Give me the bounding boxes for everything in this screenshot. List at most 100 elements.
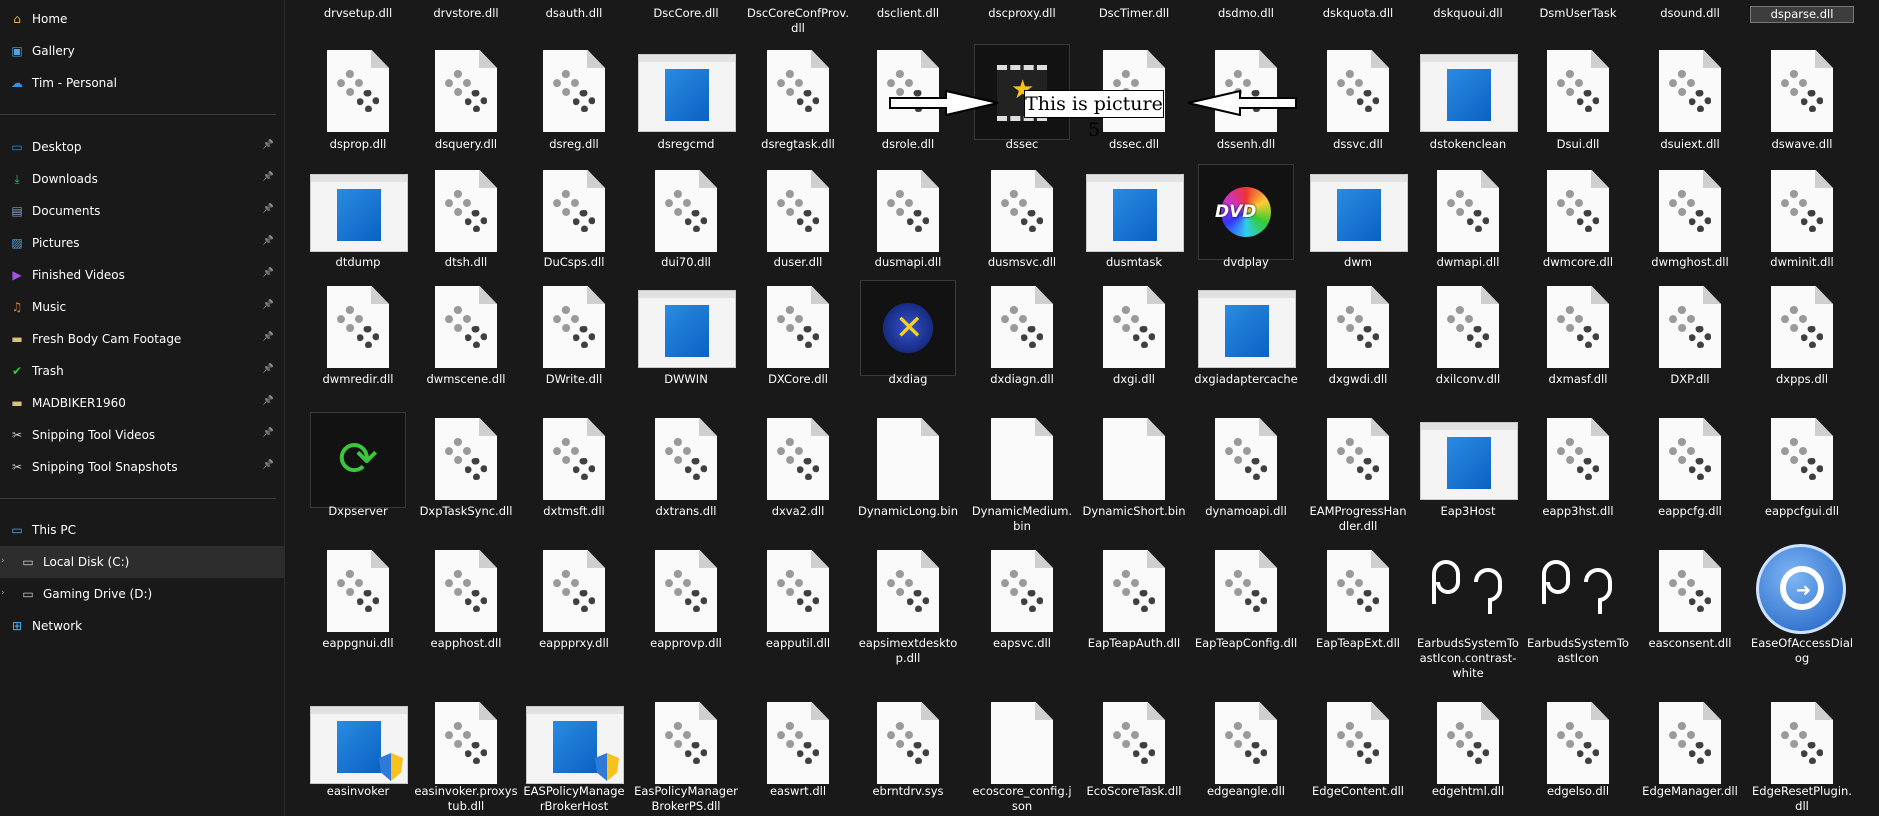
file-thumbnail[interactable]: [1082, 692, 1186, 792]
sidebar-item-this-pc[interactable]: ▭ This PC: [0, 514, 284, 546]
file-thumbnail[interactable]: [522, 692, 626, 792]
file-thumbnail[interactable]: [856, 408, 960, 508]
sidebar-item-snipping-tool-videos[interactable]: ✂ Snipping Tool Videos 📌: [0, 419, 284, 451]
file-thumbnail[interactable]: [1416, 160, 1520, 260]
file-thumbnail[interactable]: [306, 40, 410, 140]
file-thumbnail[interactable]: [634, 408, 738, 508]
sidebar-item-fresh-body-cam-footage[interactable]: ▬ Fresh Body Cam Footage 📌: [0, 323, 284, 355]
file-thumbnail[interactable]: [306, 692, 410, 792]
file-thumbnail[interactable]: [1306, 40, 1410, 140]
pin-icon[interactable]: 📌: [263, 300, 274, 310]
file-thumbnail[interactable]: [1194, 540, 1298, 640]
file-thumbnail[interactable]: [1416, 540, 1520, 640]
file-thumbnail[interactable]: [1750, 408, 1854, 508]
file-thumbnail[interactable]: [1194, 692, 1298, 792]
file-thumbnail[interactable]: [970, 540, 1074, 640]
sidebar-item-gaming-drive-d[interactable]: › ▭ Gaming Drive (D:): [0, 578, 284, 610]
sidebar-item-music[interactable]: ♫ Music 📌: [0, 291, 284, 323]
file-thumbnail[interactable]: [970, 276, 1074, 376]
pin-icon[interactable]: 📌: [263, 428, 274, 438]
sidebar-item-pictures[interactable]: ▨ Pictures 📌: [0, 227, 284, 259]
file-thumbnail[interactable]: [1750, 160, 1854, 260]
sidebar-item-tim-personal[interactable]: ☁ Tim - Personal: [0, 67, 284, 99]
chevron-right-icon[interactable]: ›: [1, 556, 5, 566]
file-thumbnail[interactable]: [1638, 692, 1742, 792]
file-thumbnail[interactable]: [1638, 160, 1742, 260]
file-thumbnail[interactable]: [414, 276, 518, 376]
file-thumbnail[interactable]: [746, 276, 850, 376]
file-thumbnail[interactable]: [522, 276, 626, 376]
sidebar-item-network[interactable]: ⊞ Network: [0, 610, 284, 642]
file-thumbnail[interactable]: [634, 692, 738, 792]
pane-divider[interactable]: [284, 0, 285, 816]
sidebar-item-downloads[interactable]: ⤓ Downloads 📌: [0, 163, 284, 195]
file-thumbnail[interactable]: [1638, 408, 1742, 508]
file-thumbnail[interactable]: [1526, 540, 1630, 640]
sidebar-item-trash[interactable]: ✔ Trash 📌: [0, 355, 284, 387]
file-thumbnail[interactable]: [1416, 408, 1520, 508]
file-thumbnail[interactable]: [970, 160, 1074, 260]
file-thumbnail[interactable]: [1526, 408, 1630, 508]
file-thumbnail[interactable]: ➜: [1750, 540, 1854, 640]
file-thumbnail[interactable]: [970, 408, 1074, 508]
file-thumbnail[interactable]: [746, 540, 850, 640]
file-thumbnail[interactable]: [414, 160, 518, 260]
file-thumbnail[interactable]: [414, 40, 518, 140]
file-thumbnail[interactable]: [746, 408, 850, 508]
file-thumbnail[interactable]: [634, 276, 738, 376]
sidebar-item-home[interactable]: ⌂ Home: [0, 3, 284, 35]
file-thumbnail[interactable]: [1306, 540, 1410, 640]
file-thumbnail[interactable]: [1526, 692, 1630, 792]
file-thumbnail[interactable]: DVD: [1194, 160, 1298, 260]
sidebar-item-desktop[interactable]: ▭ Desktop 📌: [0, 131, 284, 163]
sidebar-item-madbiker1960[interactable]: ▬ MADBIKER1960 📌: [0, 387, 284, 419]
file-thumbnail[interactable]: [414, 408, 518, 508]
pin-icon[interactable]: 📌: [263, 236, 274, 246]
file-thumbnail[interactable]: [856, 692, 960, 792]
file-thumbnail[interactable]: [746, 160, 850, 260]
file-thumbnail[interactable]: [414, 540, 518, 640]
file-thumbnail[interactable]: [1082, 408, 1186, 508]
file-thumbnail[interactable]: [1416, 276, 1520, 376]
sidebar-item-gallery[interactable]: ▣ Gallery: [0, 35, 284, 67]
file-thumbnail[interactable]: [634, 540, 738, 640]
file-thumbnail[interactable]: [1306, 692, 1410, 792]
file-thumbnail[interactable]: [1638, 276, 1742, 376]
file-thumbnail[interactable]: [746, 40, 850, 140]
file-thumbnail[interactable]: [306, 540, 410, 640]
file-thumbnail[interactable]: [1082, 276, 1186, 376]
file-thumbnail[interactable]: [970, 692, 1074, 792]
file-thumbnail[interactable]: [1416, 692, 1520, 792]
file-thumbnail[interactable]: [1194, 408, 1298, 508]
file-thumbnail[interactable]: [1750, 40, 1854, 140]
file-thumbnail[interactable]: [1082, 160, 1186, 260]
sidebar-item-documents[interactable]: ▤ Documents 📌: [0, 195, 284, 227]
pin-icon[interactable]: 📌: [263, 332, 274, 342]
file-thumbnail[interactable]: [1416, 40, 1520, 140]
file-thumbnail[interactable]: [1194, 276, 1298, 376]
chevron-right-icon[interactable]: ›: [1, 588, 5, 598]
sidebar-item-finished-videos[interactable]: ▶ Finished Videos 📌: [0, 259, 284, 291]
file-thumbnail[interactable]: [1526, 40, 1630, 140]
file-thumbnail[interactable]: [414, 692, 518, 792]
file-thumbnail[interactable]: [1526, 160, 1630, 260]
sidebar-item-local-disk-c[interactable]: › ▭ Local Disk (C:): [0, 546, 284, 578]
file-thumbnail[interactable]: [522, 408, 626, 508]
file-thumbnail[interactable]: [522, 40, 626, 140]
file-thumbnail[interactable]: [746, 692, 850, 792]
file-thumbnail[interactable]: [856, 540, 960, 640]
pin-icon[interactable]: 📌: [263, 396, 274, 406]
file-thumbnail[interactable]: ✕: [856, 276, 960, 376]
pin-icon[interactable]: 📌: [263, 140, 274, 150]
file-thumbnail[interactable]: [306, 276, 410, 376]
file-thumbnail[interactable]: [1306, 276, 1410, 376]
file-thumbnail[interactable]: [634, 160, 738, 260]
file-thumbnail[interactable]: [1306, 160, 1410, 260]
file-thumbnail[interactable]: [1082, 540, 1186, 640]
sidebar-item-snipping-tool-snapshots[interactable]: ✂ Snipping Tool Snapshots 📌: [0, 451, 284, 483]
file-thumbnail[interactable]: [856, 160, 960, 260]
pin-icon[interactable]: 📌: [263, 460, 274, 470]
file-thumbnail[interactable]: [1638, 540, 1742, 640]
file-thumbnail[interactable]: [1750, 692, 1854, 792]
pin-icon[interactable]: 📌: [263, 204, 274, 214]
